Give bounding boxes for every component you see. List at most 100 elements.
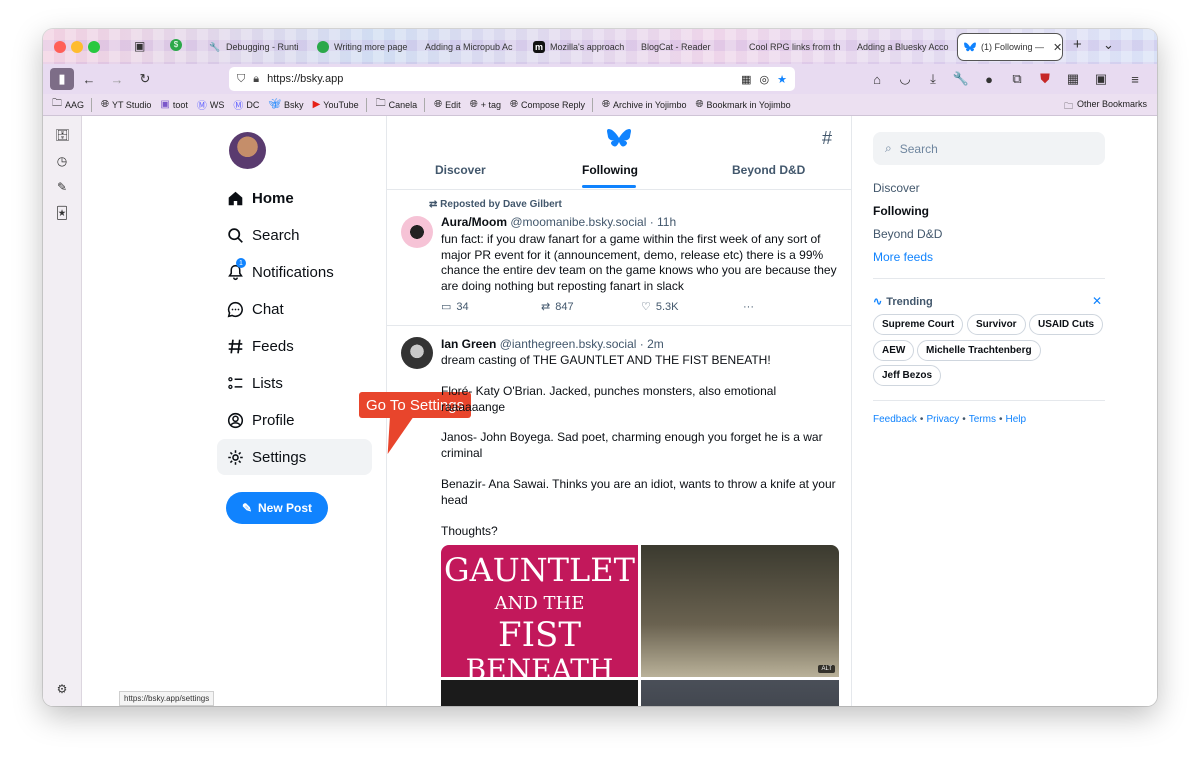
bookmark-aag[interactable]: 🗀 AAG [52,96,84,113]
tab-following[interactable]: Following [582,163,638,177]
like-button[interactable]: ♡ 5.3K [641,300,743,314]
author-handle[interactable]: @moomanibe.bsky.social · 11h [510,215,676,229]
sidebar-settings-gear-icon[interactable]: ⚙ [55,682,69,696]
tab-mozilla[interactable]: m Mozilla's approach [527,34,633,60]
privacy-link[interactable]: Privacy [926,414,959,425]
tab-overflow-chevron-icon[interactable]: ⌄ [1103,37,1114,53]
feedback-link[interactable]: Feedback [873,414,917,425]
back-arrow-icon[interactable]: ← [77,68,101,90]
history-clock-icon[interactable]: ◷ [55,154,69,168]
tab-folder-icon[interactable]: ▣ [134,39,145,53]
help-link[interactable]: Help [1006,414,1027,425]
home-icon[interactable]: ⌂ [865,68,889,90]
avatar[interactable] [229,132,266,169]
bookmark-edit[interactable]: 🌐︎ Edit [434,99,461,110]
bookmark-star-icon[interactable]: ★ [777,73,787,86]
bookmark-dc[interactable]: Ⓜ DC [233,97,259,113]
bookmark-bsky[interactable]: 🦋︎ Bsky [268,99,303,110]
tab-rpg-links[interactable]: Cool RPG links from th [743,34,849,60]
sidebar-toggle-icon[interactable]: ▮ [50,68,74,90]
tab-debugging[interactable]: 🔧 Debugging - Runti [203,34,309,60]
bookmark-yt-studio[interactable]: 🌐︎ YT Studio [101,99,151,110]
download-icon[interactable]: ⤓ [921,68,945,90]
nav-feeds[interactable]: Feeds [217,328,372,364]
bookmark-ws[interactable]: Ⓜ WS [197,97,225,113]
terms-link[interactable]: Terms [969,414,996,425]
tab-following-active[interactable]: (1) Following — ✕ [958,34,1062,60]
lock-icon[interactable]: 🔒︎ [253,73,259,86]
wrench-tool-icon[interactable]: 🔧 [949,68,973,90]
sidebar-app-icon[interactable]: 🃏︎ [55,206,69,220]
bookmark-tag[interactable]: 🌐︎ + tag [470,99,501,110]
nav-settings[interactable]: Settings [217,439,372,475]
bookmark-bookmark-yojimbo[interactable]: 🌐︎ Bookmark in Yojimbo [696,99,791,110]
tab-blogcat[interactable]: BlogCat - Reader [635,34,741,60]
search-input[interactable]: ⌕ Search [873,132,1105,165]
feed-link-beyond-dnd[interactable]: Beyond D&D [873,227,942,241]
post-ian-green[interactable]: Ian Green @ianthegreen.bsky.social · 2m … [387,326,851,706]
bookmark-toot[interactable]: ▣ toot [160,99,187,110]
bookmark-canela[interactable]: 🗀 Canela [376,96,418,113]
reply-button[interactable]: ▭ 34 [441,300,541,314]
shield-icon[interactable]: ⛉ [237,73,245,86]
actor-photo-image[interactable] [441,680,638,706]
tab-beyond-dnd[interactable]: Beyond D&D [732,163,805,177]
ublock-icon[interactable]: ⛊ [1033,68,1057,90]
trending-chip[interactable]: Michelle Trachtenberg [917,340,1041,361]
bluesky-logo-icon[interactable] [607,128,631,148]
profile-extension-icon[interactable]: ● [977,68,1001,90]
bookmark-youtube[interactable]: ▶ YouTube [313,99,359,110]
close-window-button[interactable] [54,41,66,53]
tab-discover[interactable]: Discover [435,163,486,177]
other-bookmarks[interactable]: 🗀 Other Bookmarks [1064,99,1147,115]
minimize-window-button[interactable] [71,41,83,53]
actor-photo-image[interactable]: ALT [641,545,839,677]
actor-photo-image[interactable] [641,680,839,706]
new-tab-button[interactable]: + [1073,36,1082,53]
nav-notifications[interactable]: 1 Notifications [217,254,372,290]
author-name[interactable]: Ian Green [441,337,496,351]
nav-lists[interactable]: Lists [217,365,372,401]
bookmark-compose-reply[interactable]: 🌐︎ Compose Reply [510,99,585,110]
sidebar-extension-icon[interactable]: 🗄︎ [55,128,70,142]
more-feeds-link[interactable]: More feeds [873,250,933,264]
apps-grid-icon[interactable]: ▦ [1061,68,1085,90]
tab-micropub[interactable]: Adding a Micropub Ac [419,34,525,60]
puzzle-extension-icon[interactable]: ⧉ [1005,68,1029,90]
pocket-icon[interactable]: ◡ [893,68,917,90]
feeds-hashtag-icon[interactable]: # [822,128,832,149]
close-tab-icon[interactable]: ✕ [1053,41,1062,54]
trending-chip[interactable]: Supreme Court [873,314,964,335]
forward-arrow-icon[interactable]: → [105,68,129,90]
hamburger-menu-icon[interactable]: ≡ [1123,68,1147,90]
tab-writing[interactable]: Writing more page [311,34,417,60]
feed-link-discover[interactable]: Discover [873,181,920,195]
avatar[interactable] [401,216,433,248]
post-aura-moom[interactable]: ⇄ Reposted by Dave Gilbert Aura/Moom @mo… [387,190,851,326]
more-options-button[interactable]: ··· [743,300,754,313]
nav-home[interactable]: Home [217,180,372,216]
feed-link-following[interactable]: Following [873,204,929,218]
nav-chat[interactable]: Chat [217,291,372,327]
new-post-button[interactable]: ✎ New Post [226,492,328,524]
repost-button[interactable]: ⇄ 847 [541,300,641,314]
book-cover-image[interactable]: GAUNTLET AND THE FIST BENEATH [441,545,638,686]
reload-icon[interactable]: ↻ [133,68,157,90]
url-bar[interactable]: ⛉ 🔒︎ https://bsky.app ▦ ◎ ★ [229,67,795,91]
bookmark-archive-yojimbo[interactable]: 🌐︎ Archive in Yojimbo [602,99,687,110]
alt-text-badge[interactable]: ALT [818,665,835,673]
avatar[interactable] [401,337,433,369]
trending-chip[interactable]: USAID Cuts [1029,314,1104,335]
reader-extension-icon[interactable]: ◎ [760,73,770,86]
tab-bluesky-account[interactable]: Adding a Bluesky Acco [851,34,957,60]
close-trending-icon[interactable]: ✕ [1092,294,1102,308]
trending-chip[interactable]: Jeff Bezos [873,365,942,386]
author-name[interactable]: Aura/Moom [441,215,507,229]
trending-chip[interactable]: AEW [873,340,915,361]
sidebar-note-icon[interactable]: ✎ [55,180,69,194]
nav-search[interactable]: Search [217,217,372,253]
tab-dollar-icon[interactable]: $ [170,39,182,51]
trending-chip[interactable]: Survivor [967,314,1026,335]
nav-profile[interactable]: Profile [217,402,372,438]
extension-grid-icon[interactable]: ▦ [741,73,751,86]
